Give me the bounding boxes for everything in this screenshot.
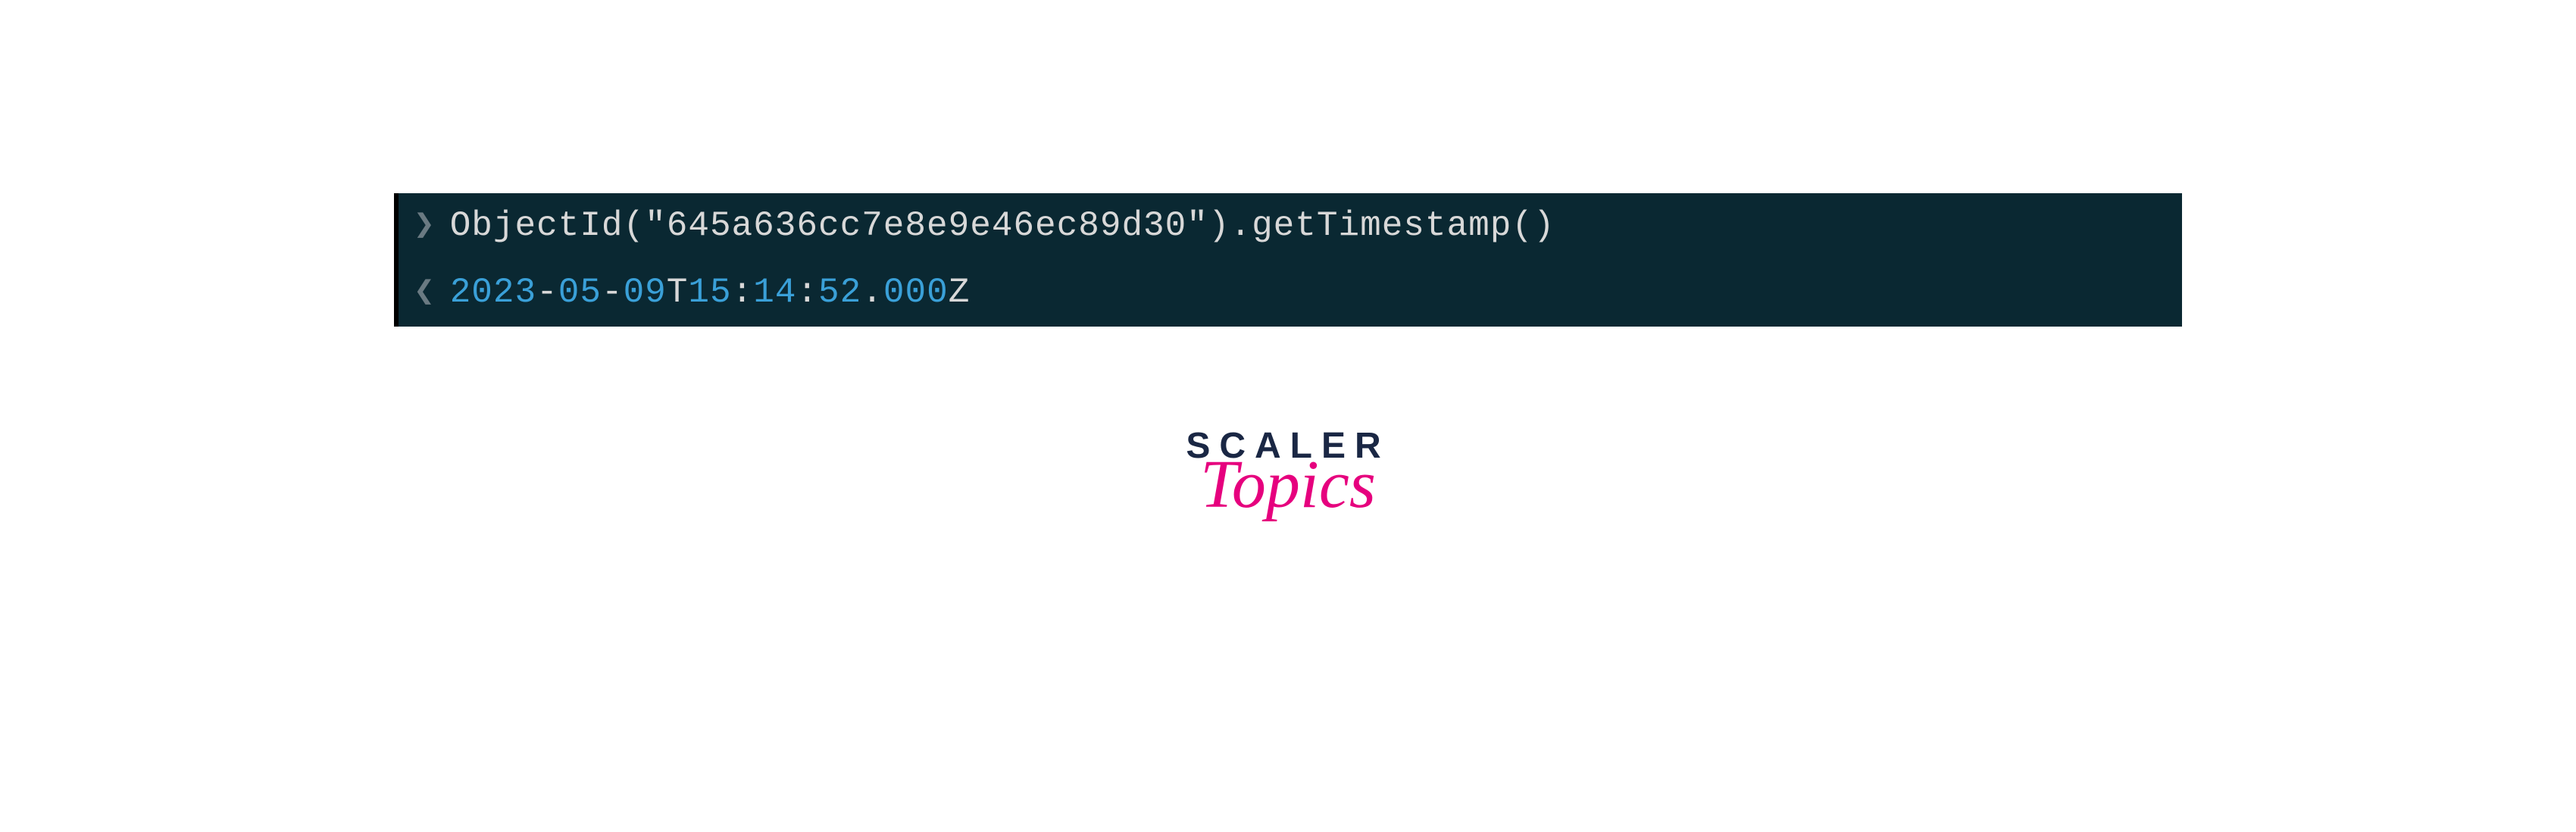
terminal-output-line: ❮ 2023-05-09T15:14:52.000Z: [399, 260, 2182, 327]
logo-topics-text: Topics: [1200, 446, 1376, 524]
terminal-panel: ❯ ObjectId("645a636cc7e8e9e46ec89d30").g…: [394, 193, 2182, 327]
timestamp-minute: 14: [753, 273, 796, 312]
timestamp-dot: .: [861, 273, 883, 312]
timestamp-Z: Z: [949, 273, 971, 312]
timestamp-second: 52: [818, 273, 861, 312]
timestamp-T: T: [667, 273, 689, 312]
timestamp-millisecond: 000: [883, 273, 949, 312]
output-chevron-icon: ❮: [414, 271, 435, 316]
terminal-command: ObjectId("645a636cc7e8e9e46ec89d30").get…: [450, 204, 1555, 249]
prompt-chevron-icon: ❯: [414, 204, 435, 249]
timestamp-colon: :: [796, 273, 818, 312]
terminal-input-line: ❯ ObjectId("645a636cc7e8e9e46ec89d30").g…: [399, 193, 2182, 260]
timestamp-dash: -: [536, 273, 558, 312]
timestamp-dash: -: [602, 273, 624, 312]
terminal-output: 2023-05-09T15:14:52.000Z: [450, 271, 971, 316]
timestamp-year: 2023: [450, 273, 536, 312]
timestamp-day: 09: [624, 273, 667, 312]
timestamp-month: 05: [558, 273, 602, 312]
scaler-topics-logo: SCALER Topics: [1186, 425, 1390, 524]
timestamp-colon: :: [732, 273, 754, 312]
timestamp-hour: 15: [688, 273, 731, 312]
